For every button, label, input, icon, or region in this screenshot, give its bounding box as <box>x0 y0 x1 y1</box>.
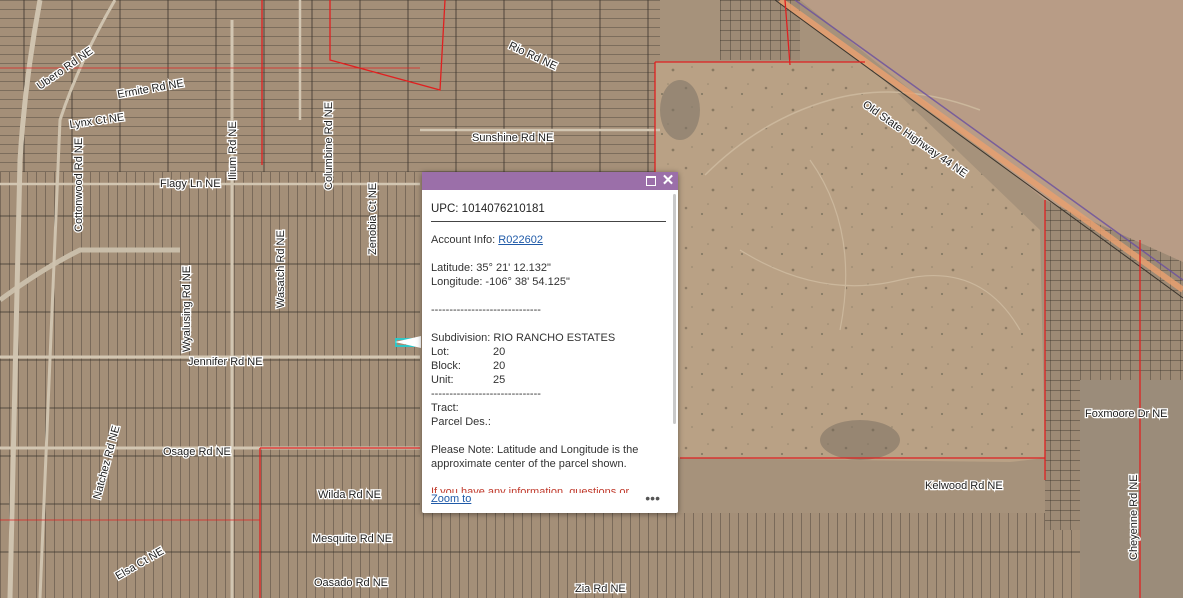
account-info-link[interactable]: R022602 <box>498 234 543 246</box>
tract-text: Tract: <box>431 402 459 414</box>
upc-title: UPC: 1014076210181 <box>431 202 666 222</box>
block-value: 20 <box>493 360 506 372</box>
road-label: Osage Rd NE <box>163 446 231 458</box>
road-label: Zenobia Ct NE <box>367 183 379 255</box>
block-row: Block: 20 <box>431 359 666 373</box>
road-label: Foxmoore Dr NE <box>1085 408 1168 420</box>
popup-pointer <box>395 336 421 348</box>
close-button[interactable]: ✕ <box>661 172 675 189</box>
road-label: Cottonwood Rd NE <box>73 138 85 232</box>
latitude-text: Latitude: 35° 21' 12.132" <box>431 262 551 274</box>
road-label: Ilium Rd NE <box>227 121 239 180</box>
subdivision-text: Subdivision: RIO RANCHO ESTATES <box>431 332 616 344</box>
road-label: Wasatch Rd NE <box>275 230 287 308</box>
road-label: Sunshine Rd NE <box>472 132 553 144</box>
road-label: Wyalusing Rd NE <box>181 266 193 352</box>
maximize-icon <box>646 176 656 186</box>
road-label: Zia Rd NE <box>575 583 626 595</box>
road-label: Jennifer Rd NE <box>188 356 263 368</box>
separator-line: ------------------------------ <box>431 304 541 316</box>
unit-row: Unit: 25 <box>431 373 666 387</box>
road-label: Columbine Rd NE <box>323 102 335 190</box>
lot-value: 20 <box>493 346 506 358</box>
road-label: Wilda Rd NE <box>318 489 381 501</box>
popup-scrollbar[interactable] <box>673 194 676 424</box>
unit-value: 25 <box>493 374 506 386</box>
parcel-des-text: Parcel Des.: <box>431 416 491 428</box>
lot-row: Lot: 20 <box>431 345 666 359</box>
more-actions-button[interactable]: ••• <box>645 490 660 506</box>
separator-line: ------------------------------ <box>431 388 541 400</box>
account-info-label: Account Info: <box>431 234 496 246</box>
popup-content: UPC: 1014076210181 Account Info: R022602… <box>431 202 666 507</box>
account-info-row: Account Info: R022602 <box>431 233 666 247</box>
parcel-popup: ✕ UPC: 1014076210181 Account Info: R0226… <box>422 172 678 513</box>
longitude-text: Longitude: -106° 38' 54.125" <box>431 276 570 288</box>
block-label: Block: <box>431 360 461 372</box>
close-icon: ✕ <box>661 172 675 189</box>
maximize-button[interactable] <box>644 174 658 188</box>
popup-header: ✕ <box>422 172 678 190</box>
unit-label: Unit: <box>431 374 454 386</box>
note-line: Please Note: Latitude and Longitude is t… <box>431 444 639 456</box>
popup-footer: Zoom to ••• <box>431 490 668 509</box>
zoom-to-link[interactable]: Zoom to <box>431 493 471 505</box>
road-label: Flagy Ln NE <box>160 178 221 190</box>
road-label: Cheyenne Rd NE <box>1128 474 1140 560</box>
lot-label: Lot: <box>431 346 450 358</box>
road-label: Mesquite Rd NE <box>312 533 392 545</box>
road-label: Kelwood Rd NE <box>925 480 1003 492</box>
note-line: approximate center of the parcel shown. <box>431 458 627 470</box>
road-label: Oasado Rd NE <box>314 577 388 589</box>
